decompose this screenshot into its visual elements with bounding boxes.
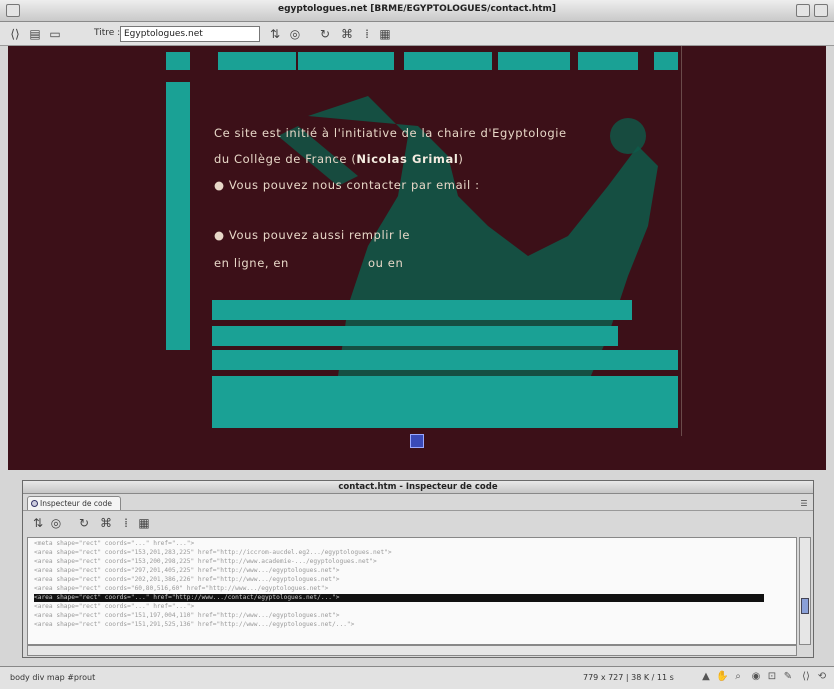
view-options-icon[interactable]: ▦ — [137, 516, 151, 530]
language-line-pre: en ligne, en — [214, 256, 289, 270]
status-bar: body div map #prout 779 x 727 | 38 K / 1… — [0, 666, 834, 689]
code-line[interactable]: <area shape="rect" coords="..." href="..… — [34, 603, 194, 611]
site-icon[interactable]: ◉ — [750, 671, 762, 683]
code-view[interactable]: <meta shape="rect" coords="..." href="..… — [27, 537, 797, 645]
code-line[interactable]: <area shape="rect" coords="153,200,298,2… — [34, 558, 377, 566]
view-options-icon[interactable]: ▦ — [378, 27, 392, 41]
page-content: Ce site est initié à l'initiative de la … — [158, 46, 682, 436]
code-nav-icon[interactable]: ⁞ — [360, 27, 374, 41]
code-line[interactable]: <area shape="rect" coords="60,80,516,60"… — [34, 585, 328, 593]
collapse-box[interactable] — [814, 4, 828, 17]
scroll-thumb[interactable] — [801, 598, 809, 614]
credits-row-2[interactable] — [212, 326, 618, 346]
preview-icon[interactable]: ◎ — [288, 27, 302, 41]
code-vertical-scrollbar[interactable] — [799, 537, 811, 645]
intro-line-2-post: ) — [458, 152, 464, 166]
zoom-box[interactable] — [796, 4, 810, 17]
title-label: Titre : — [94, 28, 121, 38]
nav-button-4[interactable] — [404, 52, 492, 70]
contact-email-line: ● Vous pouvez nous contacter par email : — [214, 178, 480, 192]
code-nav-icon[interactable]: ⁞ — [119, 516, 133, 530]
intro-line-2: du Collège de France (Nicolas Grimal) — [214, 152, 464, 166]
code-icon[interactable]: ⟨⟩ — [800, 671, 812, 683]
file-management-icon[interactable]: ⇅ — [31, 516, 45, 530]
show-code-icon[interactable]: ⟨⟩ — [8, 27, 22, 41]
window-titlebar: egyptologues.net [BRME/EGYPTOLOGUES/cont… — [0, 0, 834, 22]
inspector-tab-icon — [31, 500, 38, 507]
inspector-toolbar: ⇅ ◎ ↻ ⌘ ⁞ ▦ — [23, 510, 813, 534]
design-canvas[interactable]: Ce site est initié à l'initiative de la … — [8, 46, 826, 470]
code-inspector-panel: contact.htm - Inspecteur de code Inspect… — [22, 480, 814, 658]
intro-line-1: Ce site est initié à l'initiative de la … — [214, 126, 567, 140]
tag-selector[interactable]: body div map #prout — [10, 673, 95, 682]
file-management-icon[interactable]: ⇅ — [268, 27, 282, 41]
history-icon[interactable]: ⟲ — [816, 671, 828, 683]
zoom-icon[interactable]: ⌕ — [732, 671, 744, 683]
reference-icon[interactable]: ⌘ — [340, 27, 354, 41]
window-title: egyptologues.net [BRME/EGYPTOLOGUES/cont… — [277, 4, 557, 14]
styles-icon[interactable]: ✎ — [782, 671, 794, 683]
intro-line-2-pre: du Collège de France ( — [214, 152, 357, 166]
tab-code-inspector[interactable]: Inspecteur de code — [27, 496, 121, 510]
form-line: ● Vous pouvez aussi remplir le — [214, 228, 411, 242]
nav-button-5[interactable] — [498, 52, 570, 70]
map-anchor-icon[interactable] — [410, 434, 424, 448]
show-split-icon[interactable]: ▤ — [28, 27, 42, 41]
footer-note-block[interactable] — [212, 376, 678, 428]
inspector-title: contact.htm - Inspecteur de code — [23, 481, 813, 494]
code-line[interactable]: <area shape="rect" coords="151,291,525,1… — [34, 621, 354, 629]
nav-button-6[interactable] — [578, 52, 638, 70]
nav-button-1[interactable] — [166, 52, 190, 70]
code-line[interactable]: <meta shape="rect" coords="..." href="..… — [34, 540, 194, 548]
code-line-selected[interactable]: <area shape="rect" coords="..." href="ht… — [34, 594, 764, 602]
code-horizontal-scrollbar[interactable] — [27, 645, 797, 656]
refresh-icon[interactable]: ↻ — [77, 516, 91, 530]
nav-button-3[interactable] — [298, 52, 394, 70]
show-design-icon[interactable]: ▭ — [48, 27, 62, 41]
code-line[interactable]: <area shape="rect" coords="297,201,405,2… — [34, 567, 339, 575]
code-line[interactable]: <area shape="rect" coords="153,201,283,2… — [34, 549, 392, 557]
language-line-mid: ou en — [368, 256, 404, 270]
reference-icon[interactable]: ⌘ — [99, 516, 113, 530]
page-title-input[interactable] — [120, 26, 260, 42]
code-line[interactable]: <area shape="rect" coords="151,197,004,1… — [34, 612, 339, 620]
pointer-icon[interactable]: ▲ — [700, 671, 712, 683]
panel-menu-icon[interactable]: ☰ — [797, 497, 811, 511]
side-bar-block — [166, 82, 190, 350]
assets-icon[interactable]: ⊡ — [766, 671, 778, 683]
nav-button-7[interactable] — [654, 52, 678, 70]
credits-row-1[interactable] — [212, 300, 632, 320]
author-name: Nicolas Grimal — [356, 152, 459, 166]
window-size-readout: 779 x 727 | 38 K / 11 s — [583, 673, 674, 682]
nav-button-2[interactable] — [218, 52, 296, 70]
preview-icon[interactable]: ◎ — [49, 516, 63, 530]
inspector-tab-label: Inspecteur de code — [40, 499, 112, 508]
nav-bar — [158, 52, 678, 70]
refresh-icon[interactable]: ↻ — [318, 27, 332, 41]
document-toolbar: ⟨⟩ ▤ ▭ Titre : ⇅ ◎ ↻ ⌘ ⁞ ▦ — [0, 22, 834, 46]
credits-row-3[interactable] — [212, 350, 678, 370]
code-line[interactable]: <area shape="rect" coords="202,201,386,2… — [34, 576, 339, 584]
hand-icon[interactable]: ✋ — [716, 671, 728, 683]
